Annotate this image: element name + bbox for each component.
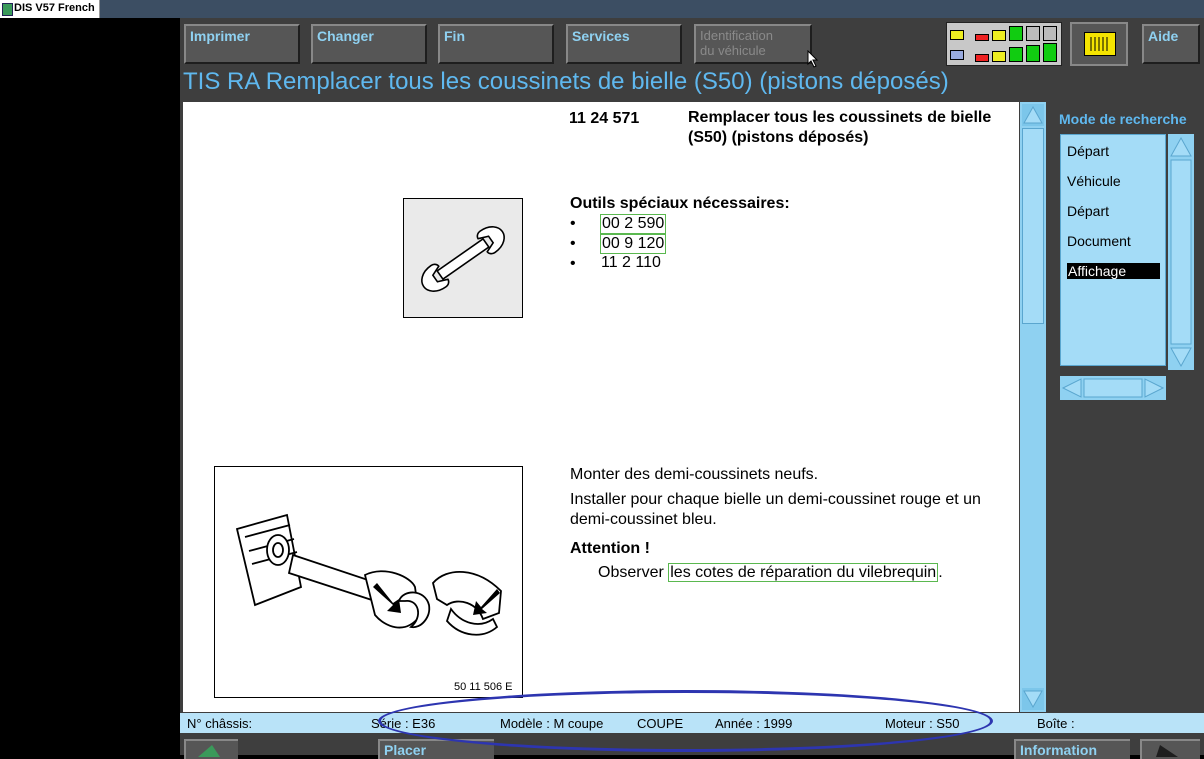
wrench-icon bbox=[421, 226, 505, 292]
change-button[interactable]: Changer bbox=[311, 24, 427, 64]
tool-text: 11 2 110 bbox=[601, 254, 661, 271]
battery-icon bbox=[1084, 32, 1116, 56]
signal-bar bbox=[1043, 43, 1057, 62]
special-tools-box bbox=[403, 198, 523, 318]
document-heading: Remplacer tous les coussinets de bielle … bbox=[688, 109, 992, 146]
observe-suffix: . bbox=[938, 564, 943, 581]
end-button[interactable]: Fin bbox=[438, 24, 554, 64]
services-button[interactable]: Services bbox=[566, 24, 682, 64]
annotation-oval bbox=[378, 690, 993, 752]
window-titlebar: DIS V57 French bbox=[0, 0, 1204, 18]
connecting-rod-illustration: 50 11 506 E bbox=[214, 466, 523, 698]
signal-bar bbox=[1009, 47, 1023, 62]
vehicle-identification-button[interactable]: Identification du véhicule bbox=[694, 24, 812, 64]
vscroll-arrows-icon bbox=[1170, 136, 1192, 368]
mode-item-vehicle[interactable]: Véhicule bbox=[1067, 173, 1121, 189]
window-title: DIS V57 French bbox=[14, 2, 95, 14]
mode-item-depart[interactable]: Départ bbox=[1067, 143, 1109, 159]
instruction-text: Monter des demi-coussinets neufs. bbox=[570, 466, 819, 483]
signal-bar bbox=[975, 54, 989, 62]
scroll-thumb[interactable] bbox=[1022, 128, 1044, 324]
document-number: 11 24 571 bbox=[569, 110, 640, 127]
bullet: • bbox=[570, 255, 576, 272]
attention-heading: Attention ! bbox=[570, 540, 650, 557]
document-scrollbar[interactable] bbox=[1020, 102, 1046, 712]
tool-link[interactable]: 00 2 590 bbox=[600, 214, 667, 234]
monitor-icon bbox=[950, 50, 964, 60]
connecting-rod-bearing-drawing bbox=[235, 513, 502, 636]
arrow-left-icon bbox=[198, 745, 220, 757]
page-title: TIS RA Remplacer tous les coussinets de … bbox=[183, 68, 949, 95]
arrow-up-icon bbox=[1023, 105, 1043, 124]
observe-note: Observer les cotes de réparation du vile… bbox=[598, 563, 943, 582]
forward-button[interactable] bbox=[1140, 739, 1200, 759]
information-button[interactable]: Information bbox=[1014, 739, 1130, 759]
app-icon bbox=[2, 3, 13, 16]
signal-bar bbox=[1009, 26, 1023, 41]
tool-link[interactable]: 00 9 120 bbox=[600, 234, 667, 254]
scroll-up-button[interactable] bbox=[1022, 104, 1044, 126]
signal-bar bbox=[1043, 26, 1057, 41]
bullet: • bbox=[570, 235, 576, 252]
connection-status-indicator bbox=[946, 22, 1062, 66]
print-button[interactable]: Imprimer bbox=[184, 24, 300, 64]
app-window: Imprimer Changer Fin Services Identifica… bbox=[180, 18, 1204, 759]
signal-bar bbox=[1026, 45, 1040, 62]
hscroll-arrows-icon bbox=[1061, 378, 1165, 398]
special-tools-title: Outils spéciaux nécessaires: bbox=[570, 195, 790, 212]
search-mode-label: Mode de recherche bbox=[1059, 111, 1187, 127]
bullet: • bbox=[570, 215, 576, 232]
signal-bar bbox=[992, 51, 1006, 62]
battery-button[interactable] bbox=[1070, 22, 1128, 66]
mode-item-depart[interactable]: Départ bbox=[1067, 203, 1109, 219]
vehicle-id-line1: Identification bbox=[700, 28, 773, 43]
mouse-cursor-icon bbox=[807, 50, 819, 68]
diag-head-icon bbox=[950, 30, 964, 40]
search-mode-vscrollbar[interactable] bbox=[1168, 134, 1194, 370]
chassis-field: N° châssis: bbox=[187, 716, 253, 731]
window-tab[interactable]: DIS V57 French bbox=[0, 0, 100, 18]
observe-prefix: Observer bbox=[598, 564, 669, 581]
signal-bar bbox=[975, 34, 989, 41]
search-mode-list[interactable]: Départ Véhicule Départ Document Affichag… bbox=[1060, 134, 1166, 366]
mode-item-document[interactable]: Document bbox=[1067, 233, 1131, 249]
help-button[interactable]: Aide bbox=[1142, 24, 1200, 64]
mode-item-display[interactable]: Affichage bbox=[1067, 263, 1160, 279]
scroll-down-button[interactable] bbox=[1022, 688, 1044, 710]
figure-caption: 50 11 506 E bbox=[454, 681, 513, 693]
arrow-down-icon bbox=[1023, 690, 1043, 709]
signal-bar bbox=[1026, 26, 1040, 41]
instruction-text: Installer pour chaque bielle un demi-cou… bbox=[570, 491, 981, 528]
document-panel: 11 24 571 Remplacer tous les coussinets … bbox=[183, 102, 1019, 712]
search-mode-hscrollbar[interactable] bbox=[1060, 376, 1166, 400]
arrow-right-icon bbox=[1156, 745, 1178, 757]
vehicle-id-line2: du véhicule bbox=[700, 43, 766, 58]
signal-bar bbox=[992, 30, 1006, 41]
gearbox-field: Boîte : bbox=[1037, 716, 1075, 731]
repair-dimensions-link[interactable]: les cotes de réparation du vilebrequin bbox=[668, 563, 939, 582]
back-button[interactable] bbox=[184, 739, 238, 759]
